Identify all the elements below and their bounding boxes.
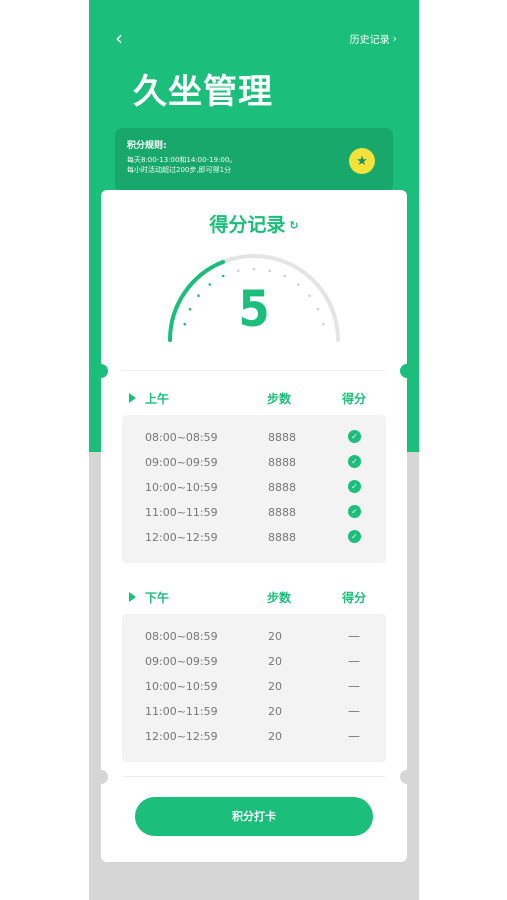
card-notch	[94, 364, 108, 378]
card-title: 得分记录	[209, 214, 286, 236]
back-button[interactable]: ‹	[107, 26, 131, 50]
step-count: 8888	[268, 531, 296, 544]
history-label: 历史记录	[349, 35, 390, 46]
time-range: 10:00~10:59	[145, 481, 218, 494]
check-icon: ✓	[348, 530, 361, 543]
steps-column-header: 步数	[267, 392, 292, 406]
table-row: 11:00~11:59 20 —	[122, 701, 386, 726]
afternoon-header: 下午 步数 得分	[129, 589, 379, 609]
card-notch	[400, 770, 414, 784]
rules-line-2: 每小时活动超过200步,即可得1分	[127, 166, 232, 174]
check-icon: ✓	[348, 505, 361, 518]
time-range: 09:00~09:59	[145, 655, 218, 668]
table-row: 10:00~10:59 20 —	[122, 676, 386, 701]
rules-line-1: 每天8:00-13:00和14:00-19:00。	[127, 156, 237, 164]
gauge-tick	[283, 274, 287, 278]
phone-screen: ‹ 历史记录 › 久坐管理 积分规则: 每天8:00-13:00和14:00-1…	[89, 0, 419, 900]
gauge-tick	[268, 269, 272, 273]
time-range: 09:00~09:59	[145, 456, 218, 469]
checkin-button[interactable]: 积分打卡	[135, 797, 373, 836]
score-value: 5	[238, 280, 270, 338]
triangle-icon	[129, 393, 136, 403]
table-row: 08:00~08:59 20 —	[122, 626, 386, 651]
step-count: 20	[268, 705, 282, 718]
score-status: ✓	[348, 505, 361, 518]
divider	[123, 776, 385, 777]
check-icon: ✓	[348, 430, 361, 443]
steps-column-header: 步数	[267, 591, 292, 605]
table-row: 10:00~10:59 8888 ✓	[122, 477, 386, 502]
step-count: 8888	[268, 481, 296, 494]
time-range: 08:00~08:59	[145, 630, 218, 643]
chevron-left-icon: ‹	[115, 26, 123, 50]
score-column-header: 得分	[342, 591, 367, 605]
chevron-right-icon: ›	[392, 32, 397, 45]
page-title: 久坐管理	[133, 72, 273, 112]
score-status: —	[348, 679, 360, 693]
score-status: ✓	[348, 530, 361, 543]
score-status: —	[348, 729, 360, 743]
step-count: 20	[268, 680, 282, 693]
star-icon[interactable]: ★	[349, 148, 375, 174]
triangle-icon	[129, 592, 136, 602]
score-status: ✓	[348, 480, 361, 493]
history-link[interactable]: 历史记录 ›	[350, 31, 397, 46]
step-count: 20	[268, 655, 282, 668]
refresh-icon[interactable]: ↻	[289, 219, 298, 232]
score-status: ✓	[348, 455, 361, 468]
afternoon-label: 下午	[145, 591, 170, 605]
card-title-row: 得分记录 ↻	[101, 210, 407, 237]
table-row: 09:00~09:59 20 —	[122, 651, 386, 676]
score-status: ✓	[348, 430, 361, 443]
morning-label: 上午	[145, 392, 170, 406]
time-range: 12:00~12:59	[145, 531, 218, 544]
gauge-tick	[236, 269, 240, 273]
divider	[123, 370, 385, 371]
step-count: 8888	[268, 506, 296, 519]
gauge-tick	[252, 267, 256, 271]
step-count: 20	[268, 730, 282, 743]
step-count: 8888	[268, 431, 296, 444]
score-column-header: 得分	[342, 392, 367, 406]
table-row: 12:00~12:59 8888 ✓	[122, 527, 386, 552]
gauge-tick	[221, 274, 225, 278]
check-icon: ✓	[348, 480, 361, 493]
time-range: 11:00~11:59	[145, 705, 218, 718]
table-row: 09:00~09:59 8888 ✓	[122, 452, 386, 477]
table-row: 12:00~12:59 20 —	[122, 726, 386, 751]
score-card: 得分记录 ↻ 5 上午 步数 得分 08:00~08:59 8888 ✓ 09:00~0…	[101, 190, 407, 862]
afternoon-table: 08:00~08:59 20 — 09:00~09:59 20 — 10:00~10:59 2…	[122, 614, 386, 762]
time-range: 12:00~12:59	[145, 730, 218, 743]
rules-panel: 积分规则: 每天8:00-13:00和14:00-19:00。 每小时活动超过2…	[115, 128, 393, 192]
table-row: 08:00~08:59 8888 ✓	[122, 427, 386, 452]
step-count: 8888	[268, 456, 296, 469]
time-range: 10:00~10:59	[145, 680, 218, 693]
step-count: 20	[268, 630, 282, 643]
check-icon: ✓	[348, 455, 361, 468]
card-notch	[400, 364, 414, 378]
morning-header: 上午 步数 得分	[129, 390, 379, 410]
score-status: —	[348, 704, 360, 718]
time-range: 08:00~08:59	[145, 431, 218, 444]
table-row: 11:00~11:59 8888 ✓	[122, 502, 386, 527]
morning-table: 08:00~08:59 8888 ✓ 09:00~09:59 8888 ✓ 10:00~10…	[122, 415, 386, 563]
card-notch	[94, 770, 108, 784]
score-status: —	[348, 629, 360, 643]
time-range: 11:00~11:59	[145, 506, 218, 519]
rules-title: 积分规则:	[127, 141, 167, 151]
score-status: —	[348, 654, 360, 668]
